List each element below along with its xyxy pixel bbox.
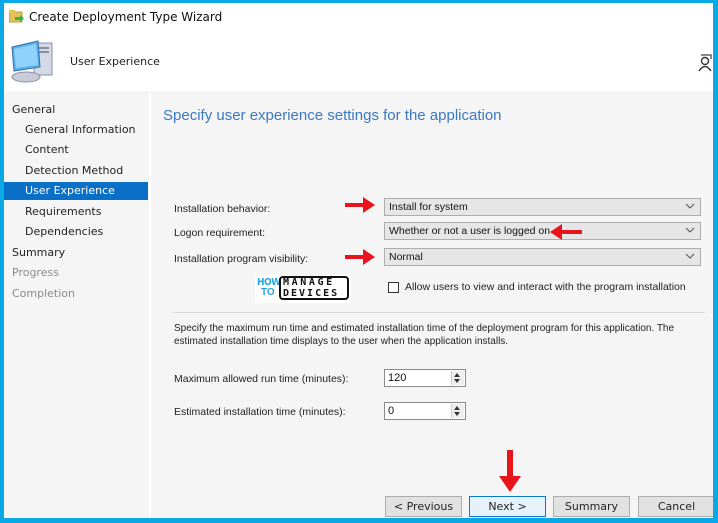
annotation-arrow-right-icon bbox=[345, 249, 375, 265]
nav-detection-method[interactable]: Detection Method bbox=[4, 162, 148, 180]
est-install-time-label: Estimated installation time (minutes): bbox=[174, 406, 346, 418]
next-button[interactable]: Next > bbox=[469, 496, 546, 517]
nav-general[interactable]: General bbox=[4, 101, 148, 119]
nav-summary[interactable]: Summary bbox=[4, 244, 148, 262]
nav-dependencies[interactable]: Dependencies bbox=[4, 223, 148, 241]
est-install-time-value: 0 bbox=[388, 405, 395, 417]
installation-behavior-label: Installation behavior: bbox=[174, 203, 271, 215]
annotation-arrow-right-icon bbox=[345, 197, 375, 213]
nav-progress: Progress bbox=[12, 266, 59, 279]
wizard-app-icon bbox=[9, 10, 24, 23]
logon-requirement-select[interactable]: Whether or not a user is logged on bbox=[384, 222, 701, 240]
max-run-time-value: 120 bbox=[388, 372, 407, 384]
summary-button[interactable]: Summary bbox=[553, 496, 630, 517]
page-title: Specify user experience settings for the… bbox=[163, 107, 502, 124]
chevron-down-icon bbox=[685, 227, 695, 233]
chevron-down-icon bbox=[685, 203, 695, 209]
computer-icon bbox=[11, 40, 53, 83]
installation-behavior-value: Install for system bbox=[389, 201, 468, 213]
title-bar: Create Deployment Type Wizard bbox=[4, 3, 713, 31]
wizard-steps-nav: General General Information Content Dete… bbox=[4, 93, 151, 518]
installation-behavior-select[interactable]: Install for system bbox=[384, 198, 701, 216]
annotation-arrow-down-icon bbox=[499, 450, 521, 492]
max-run-time-spinner[interactable] bbox=[451, 371, 464, 385]
section-divider bbox=[173, 312, 705, 313]
nav-general-information[interactable]: General Information bbox=[4, 121, 148, 139]
window-title: Create Deployment Type Wizard bbox=[29, 10, 223, 24]
spin-up-icon[interactable] bbox=[454, 406, 460, 410]
max-run-time-input[interactable]: 120 bbox=[384, 369, 466, 387]
nav-completion: Completion bbox=[12, 287, 76, 300]
cancel-button[interactable]: Cancel bbox=[638, 496, 713, 517]
max-run-time-label: Maximum allowed run time (minutes): bbox=[174, 373, 349, 385]
logon-requirement-label: Logon requirement: bbox=[174, 227, 266, 239]
program-visibility-select[interactable]: Normal bbox=[384, 248, 701, 266]
spin-down-icon[interactable] bbox=[454, 379, 460, 383]
annotation-arrow-left-icon bbox=[550, 224, 582, 240]
run-time-description: Specify the maximum run time and estimat… bbox=[174, 323, 675, 347]
allow-interact-checkbox[interactable] bbox=[388, 282, 399, 293]
page-step-title: User Experience bbox=[70, 55, 160, 68]
user-icon bbox=[698, 54, 712, 72]
spin-down-icon[interactable] bbox=[454, 412, 460, 416]
wizard-header: User Experience bbox=[4, 31, 713, 91]
logon-requirement-value: Whether or not a user is logged on bbox=[389, 225, 551, 237]
program-visibility-value: Normal bbox=[389, 251, 423, 263]
watermark-devices: DEVICES bbox=[283, 288, 340, 299]
spin-up-icon[interactable] bbox=[454, 373, 460, 377]
program-visibility-label: Installation program visibility: bbox=[174, 253, 309, 265]
nav-user-experience[interactable]: User Experience bbox=[4, 182, 148, 200]
chevron-down-icon bbox=[685, 253, 695, 259]
nav-content[interactable]: Content bbox=[4, 141, 148, 159]
nav-requirements[interactable]: Requirements bbox=[4, 203, 148, 221]
watermark-to: TO bbox=[261, 287, 275, 298]
allow-interact-label[interactable]: Allow users to view and interact with th… bbox=[405, 281, 686, 293]
previous-button[interactable]: < Previous bbox=[385, 496, 462, 517]
wizard-content: Specify user experience settings for the… bbox=[151, 93, 713, 518]
est-install-time-spinner[interactable] bbox=[451, 404, 464, 418]
est-install-time-input[interactable]: 0 bbox=[384, 402, 466, 420]
howtomanagedevices-watermark: HOW TO MANAGE DEVICES bbox=[255, 275, 351, 303]
watermark-manage: MANAGE bbox=[283, 277, 335, 288]
